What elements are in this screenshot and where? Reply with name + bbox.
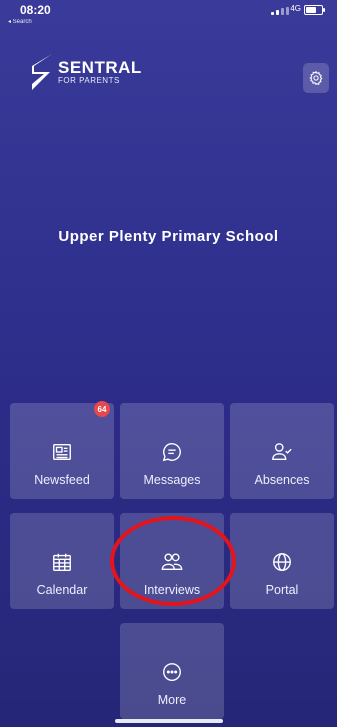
portal-tile[interactable]: Portal (230, 513, 334, 609)
settings-button[interactable] (303, 63, 329, 93)
ellipsis-circle-icon (163, 663, 181, 681)
highlight-circle (110, 516, 236, 606)
calendar-label: Calendar (36, 583, 88, 597)
status-bar: 08:20 ◂ Search 4G (0, 0, 337, 30)
status-time: 08:20 (20, 3, 51, 17)
absences-tile[interactable]: Absences (230, 403, 334, 499)
school-name: Upper Plenty Primary School (58, 228, 279, 245)
globe-icon (273, 553, 291, 571)
newsfeed-badge: 64 (94, 401, 110, 417)
messages-label: Messages (143, 473, 201, 487)
chat-bubble-icon (162, 443, 181, 462)
back-to-search-link[interactable]: ◂ Search (8, 18, 32, 25)
gear-icon (309, 70, 323, 86)
network-type: 4G (290, 4, 301, 13)
logo-subtitle: FOR PARENTS (58, 76, 120, 85)
more-label: More (157, 693, 187, 707)
home-indicator[interactable] (115, 719, 223, 723)
newsfeed-label: Newsfeed (34, 473, 90, 487)
battery-icon (304, 5, 325, 15)
logo-brand: SENTRAL (58, 58, 142, 77)
portal-label: Portal (265, 583, 299, 597)
absences-label: Absences (254, 473, 310, 487)
sentral-logo: SENTRAL FOR PARENTS (30, 52, 142, 92)
sentral-s-icon (32, 54, 52, 90)
calendar-tile[interactable]: Calendar (10, 513, 114, 609)
calendar-icon (53, 553, 71, 571)
messages-tile[interactable]: Messages (120, 403, 224, 499)
person-check-icon (272, 443, 292, 461)
newsfeed-tile[interactable]: 64 Newsfeed (10, 401, 114, 499)
newspaper-icon (53, 443, 71, 461)
signal-icon (271, 7, 289, 15)
more-tile[interactable]: More (120, 623, 224, 719)
